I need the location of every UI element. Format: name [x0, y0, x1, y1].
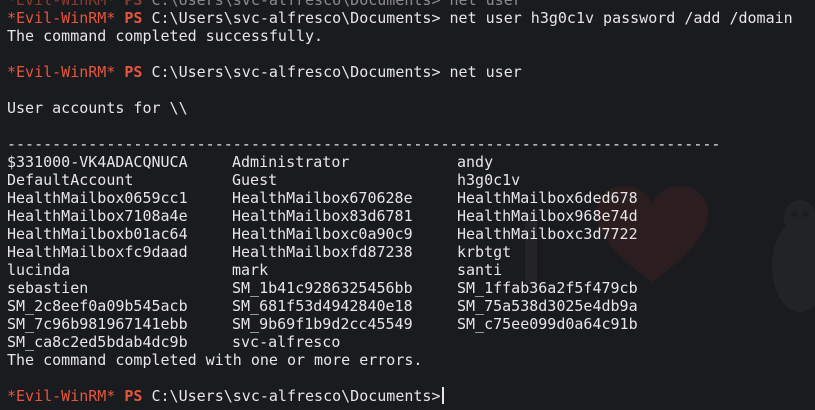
account-cell: SM_75a538d3025e4db9a [457, 297, 638, 315]
account-row: HealthMailboxfc9daad HealthMailboxfd87238… [7, 243, 815, 261]
account-cell: HealthMailbox83d6781 [232, 207, 413, 225]
account-cell: HealthMailboxb01ac64 [7, 225, 188, 243]
prompt-line: *Evil-WinRM* PS C:\Users\svc-alfresco\Do… [7, 63, 815, 81]
account-cell: svc-alfresco [232, 333, 341, 351]
account-cell: DefaultAccount [7, 171, 134, 189]
account-cell: HealthMailboxfd87238 [232, 243, 413, 261]
account-cell: SM_ca8c2ed5bdab4dc9b [7, 333, 188, 351]
account-cell: mark [232, 261, 269, 279]
command-text: net user [449, 0, 522, 9]
user-accounts-header: User accounts for \\ [7, 99, 188, 117]
account-cell: SM_681f53d4942840e18 [232, 297, 413, 315]
prompt-path: C:\Users\svc-alfresco\Documents> [151, 0, 441, 9]
account-row: DefaultAccount Guest h3g0c1v [7, 171, 815, 189]
prompt-path: C:\Users\svc-alfresco\Documents> [151, 9, 441, 27]
account-row: sebastien SM_1b41c9286325456bb SM_1ffab36a… [7, 279, 815, 297]
prompt-line-partial: *Evil-WinRM* PS C:\Users\svc-alfresco\Do… [7, 0, 815, 9]
prompt-path: C:\Users\svc-alfresco\Documents> [151, 387, 441, 405]
active-prompt-line[interactable]: *Evil-WinRM* PS C:\Users\svc-alfresco\Do… [7, 387, 815, 405]
account-cell: HealthMailboxc3d7722 [457, 225, 638, 243]
account-cell: SM_9b69f1b9d2cc45549 [232, 315, 413, 333]
output-line: The command completed with one or more e… [7, 351, 423, 369]
command-text: net user [449, 63, 522, 81]
account-cell: SM_c75ee099d0a64c91b [457, 315, 638, 333]
account-cell: santi [457, 261, 503, 279]
account-cell: HealthMailboxfc9daad [7, 243, 188, 261]
prompt-ps: PS [124, 0, 143, 9]
separator-line: ----------------------------------------… [7, 135, 721, 153]
account-row: $331000-VK4ADACQNUCA Administrator andy [7, 153, 815, 171]
account-row: SM_7c96b981967141ebb SM_9b69f1b9d2cc45549… [7, 315, 815, 333]
prompt-ps: PS [124, 63, 143, 81]
prompt-line: *Evil-WinRM* PS C:\Users\svc-alfresco\Do… [7, 9, 815, 27]
output-line: The command completed successfully. [7, 27, 324, 45]
account-row: SM_ca8c2ed5bdab4dc9b svc-alfresco [7, 333, 815, 351]
account-cell: h3g0c1v [457, 171, 521, 189]
account-row: lucinda mark santi [7, 261, 815, 279]
account-cell: Administrator [232, 153, 350, 171]
prompt-tag: *Evil-WinRM* [7, 0, 116, 9]
account-cell: krbtgt [457, 243, 512, 261]
account-row: SM_2c8eef0a09b545acb SM_681f53d4942840e18… [7, 297, 815, 315]
prompt-tag: *Evil-WinRM* [7, 63, 116, 81]
prompt-path: C:\Users\svc-alfresco\Documents> [151, 63, 441, 81]
account-cell: SM_1ffab36a2f5f479cb [457, 279, 638, 297]
account-cell: HealthMailboxc0a90c9 [232, 225, 413, 243]
terminal-window[interactable]: *Evil-WinRM* PS C:\Users\svc-alfresco\Do… [0, 0, 815, 410]
account-cell: SM_1b41c9286325456bb [232, 279, 413, 297]
prompt-ps: PS [124, 387, 143, 405]
account-cell: sebastien [7, 279, 89, 297]
text-cursor[interactable] [442, 387, 445, 404]
account-cell: lucinda [7, 261, 71, 279]
account-cell: andy [457, 153, 494, 171]
account-cell: Guest [232, 171, 278, 189]
account-cell: HealthMailbox670628e [232, 189, 413, 207]
prompt-tag: *Evil-WinRM* [7, 387, 116, 405]
account-cell: HealthMailbox968e74d [457, 207, 638, 225]
account-cell: SM_7c96b981967141ebb [7, 315, 188, 333]
account-cell: HealthMailbox0659cc1 [7, 189, 188, 207]
command-text: net user h3g0c1v password /add /domain [449, 9, 793, 27]
account-row: HealthMailboxb01ac64 HealthMailboxc0a90c9… [7, 225, 815, 243]
account-cell: HealthMailbox6ded678 [457, 189, 638, 207]
account-row: HealthMailbox0659cc1 HealthMailbox670628e… [7, 189, 815, 207]
prompt-tag: *Evil-WinRM* [7, 9, 116, 27]
account-cell: HealthMailbox7108a4e [7, 207, 188, 225]
account-cell: SM_2c8eef0a09b545acb [7, 297, 188, 315]
account-row: HealthMailbox7108a4e HealthMailbox83d6781… [7, 207, 815, 225]
terminal-output: *Evil-WinRM* PS C:\Users\svc-alfresco\Do… [7, 0, 815, 405]
account-cell: $331000-VK4ADACQNUCA [7, 153, 188, 171]
prompt-ps: PS [124, 9, 143, 27]
